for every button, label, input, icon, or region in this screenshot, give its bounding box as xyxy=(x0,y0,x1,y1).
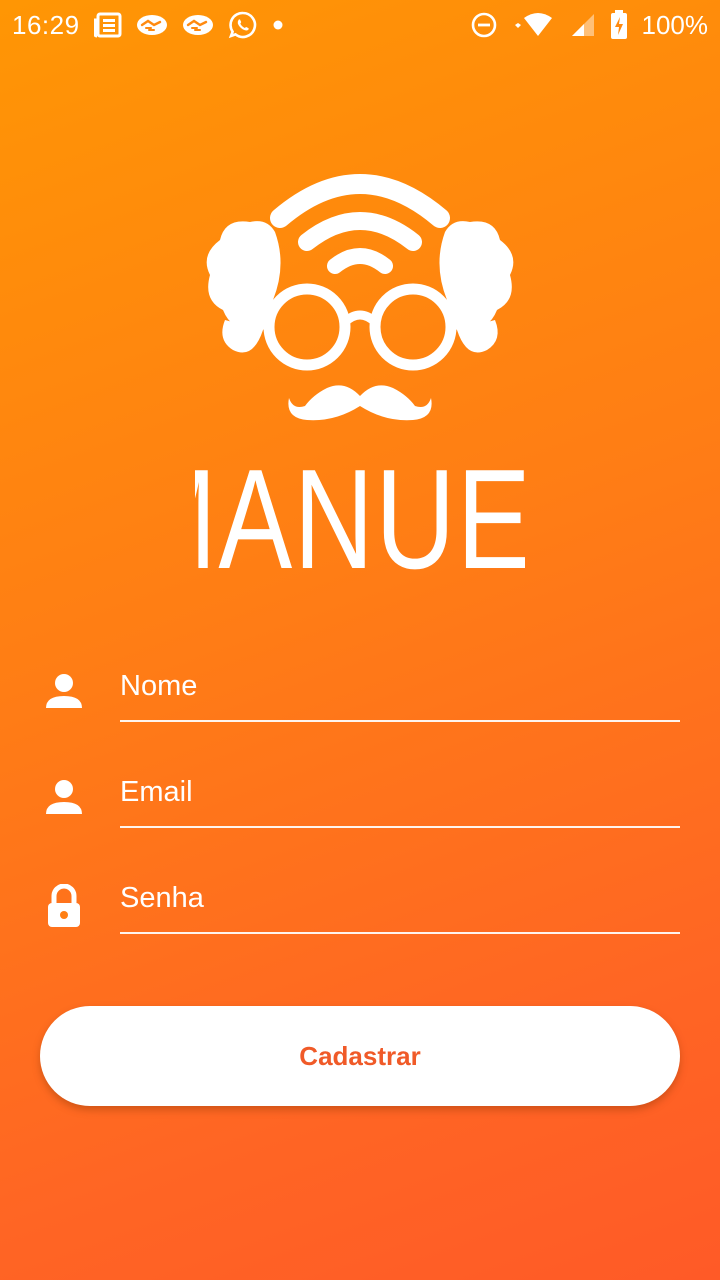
email-input[interactable] xyxy=(120,768,680,828)
register-button[interactable]: Cadastrar xyxy=(40,1006,680,1106)
name-field-row xyxy=(40,650,680,756)
status-right: 100% xyxy=(470,9,709,41)
battery-percent: 100% xyxy=(641,9,709,40)
handshake-icon xyxy=(136,13,168,37)
signup-form xyxy=(40,650,680,968)
news-icon xyxy=(93,12,122,38)
email-field-row xyxy=(40,756,680,862)
person-icon xyxy=(44,672,84,712)
signal-icon xyxy=(570,12,596,38)
whatsapp-icon xyxy=(228,10,258,40)
password-input[interactable] xyxy=(120,874,680,934)
battery-charging-icon xyxy=(610,10,628,40)
brand-logo: MANUEL xyxy=(195,160,525,580)
lock-icon xyxy=(44,883,84,927)
password-field-row xyxy=(40,862,680,968)
dot-icon xyxy=(272,19,284,31)
wifi-icon xyxy=(512,12,556,38)
status-bar: 16:29 100% xyxy=(0,0,720,50)
do-not-disturb-icon xyxy=(470,11,498,39)
grandpa-wifi-logo: MANUEL xyxy=(195,174,525,580)
status-left: 16:29 xyxy=(12,10,284,41)
brand-name: MANUEL xyxy=(195,440,525,580)
status-time: 16:29 xyxy=(12,9,80,40)
person-icon xyxy=(44,778,84,818)
handshake-icon xyxy=(182,13,214,37)
name-input[interactable] xyxy=(120,662,680,722)
